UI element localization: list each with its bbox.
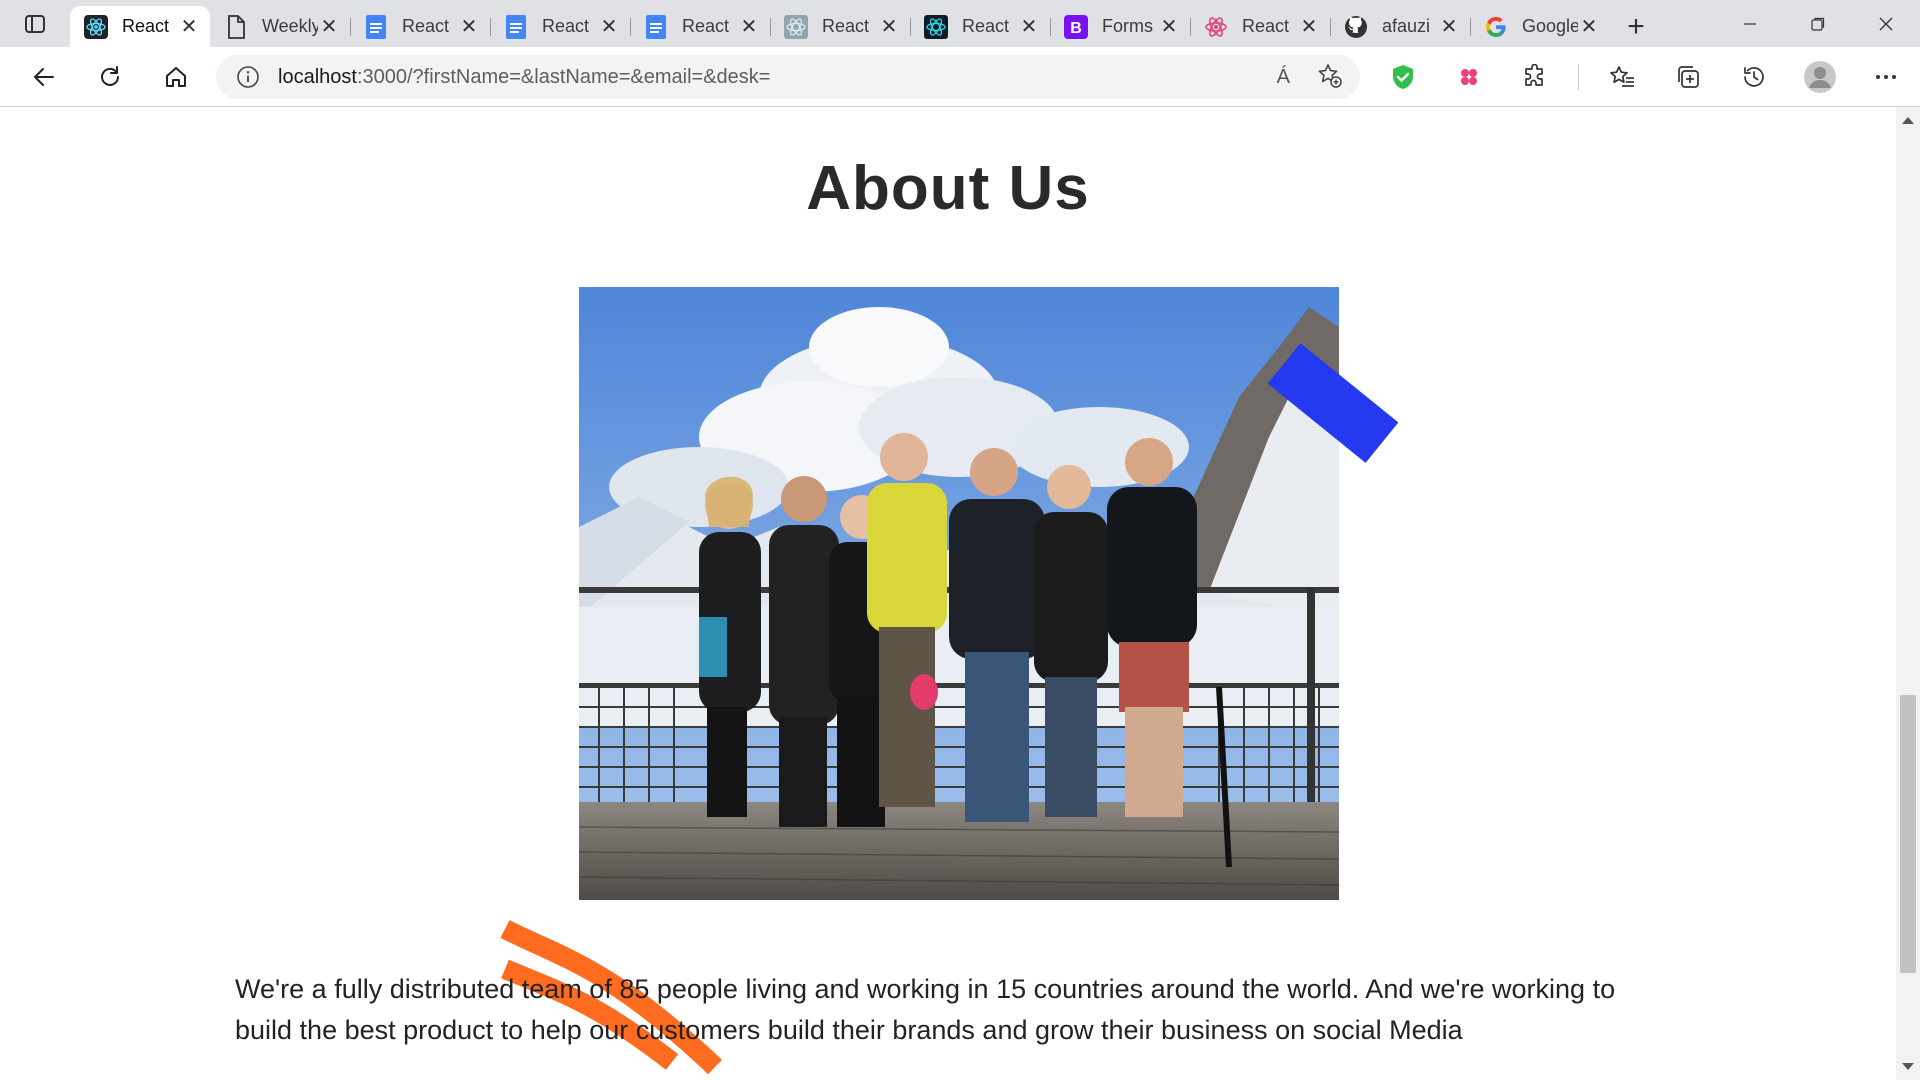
extensions-puzzle-icon[interactable] — [1512, 54, 1558, 100]
close-icon[interactable]: ✕ — [1438, 16, 1460, 38]
tab-react-docs-3[interactable]: React ✕ — [630, 6, 770, 47]
tab-title: React — [542, 16, 590, 36]
site-info-icon[interactable] — [234, 63, 262, 91]
window-controls — [1716, 0, 1920, 47]
url-host: localhost — [278, 65, 357, 88]
tab-title: React — [1242, 16, 1290, 36]
favorites-icon[interactable] — [1599, 54, 1645, 100]
close-icon[interactable]: ✕ — [318, 16, 340, 38]
toolbar-divider — [1578, 64, 1579, 90]
tab-title: Weekly — [262, 16, 318, 36]
tab-strip: React ✕ Weekly ✕ React ✕ React ✕ React ✕ — [0, 0, 1920, 47]
team-photo-illustration — [579, 287, 1339, 900]
react-pink-icon — [1204, 15, 1228, 39]
url-text[interactable]: localhost:3000/?firstName=&lastName=&ema… — [278, 66, 1277, 89]
tab-title: Google — [1522, 16, 1578, 36]
tab-github[interactable]: afauzi ✕ — [1330, 6, 1470, 47]
github-icon — [1344, 15, 1368, 39]
page-title: About Us — [806, 154, 1090, 223]
tab-actions-button[interactable] — [0, 0, 70, 47]
tab-title: React — [962, 16, 1010, 36]
svg-text:B: B — [1070, 20, 1082, 37]
home-button[interactable] — [154, 55, 198, 99]
bootstrap-icon: B — [1064, 14, 1088, 39]
extensions-area — [1380, 54, 1920, 100]
minimize-icon[interactable] — [1716, 0, 1784, 47]
scroll-down-arrow-icon[interactable] — [1902, 1063, 1914, 1070]
restore-icon[interactable] — [1784, 0, 1852, 47]
tab-google[interactable]: Google ✕ — [1470, 6, 1610, 47]
tab-title: React — [402, 16, 450, 36]
new-tab-button[interactable]: + — [1610, 6, 1662, 47]
url-path: :3000/?firstName=&lastName=&email=&desk= — [356, 65, 771, 88]
tab-forms[interactable]: B Forms ✕ — [1050, 6, 1190, 47]
history-icon[interactable] — [1731, 54, 1777, 100]
adblock-shield-icon[interactable] — [1380, 54, 1426, 100]
collections-icon[interactable] — [1665, 54, 1711, 100]
document-icon — [224, 14, 248, 39]
react-bootstrap-icon — [924, 14, 948, 39]
react-bootstrap-icon — [784, 14, 808, 39]
close-icon[interactable]: ✕ — [1578, 16, 1600, 38]
back-arrow-icon — [34, 67, 54, 86]
tab-actions-icon — [25, 14, 45, 33]
tab-title: afauzi — [1382, 16, 1431, 36]
google-docs-icon — [504, 14, 528, 39]
profile-avatar[interactable] — [1797, 54, 1843, 100]
close-icon[interactable]: ✕ — [598, 16, 620, 38]
tab-title: React — [822, 16, 870, 36]
close-icon[interactable]: ✕ — [878, 16, 900, 38]
tab-react-docs-2[interactable]: React ✕ — [490, 6, 630, 47]
tab-title: Forms — [1102, 16, 1153, 36]
extension-pink-icon[interactable] — [1446, 54, 1492, 100]
tab-react-active[interactable]: React ✕ — [70, 6, 210, 47]
about-description: We're a fully distributed team of 85 peo… — [235, 974, 1616, 1045]
reload-icon — [101, 65, 119, 86]
close-window-icon[interactable] — [1852, 0, 1920, 47]
tab-title: React — [122, 16, 170, 36]
react-icon — [84, 14, 108, 39]
close-icon[interactable]: ✕ — [178, 16, 200, 38]
page-viewport: About Us We're a fully distributed team … — [0, 107, 1896, 1080]
tab-react-bootstrap-1[interactable]: React ✕ — [770, 6, 910, 47]
home-icon — [166, 66, 186, 87]
read-aloud-icon[interactable]: Á — [1277, 66, 1290, 89]
tab-react-pink[interactable]: React ✕ — [1190, 6, 1330, 47]
close-icon[interactable]: ✕ — [458, 16, 480, 38]
tab-weekly[interactable]: Weekly ✕ — [210, 6, 350, 47]
close-icon[interactable]: ✕ — [1298, 16, 1320, 38]
close-icon[interactable]: ✕ — [1018, 16, 1040, 38]
vertical-scrollbar[interactable] — [1896, 107, 1920, 1080]
more-menu-icon[interactable] — [1863, 54, 1909, 100]
tab-react-docs-1[interactable]: React ✕ — [350, 6, 490, 47]
scroll-up-arrow-icon[interactable] — [1902, 117, 1914, 124]
google-icon — [1484, 15, 1508, 39]
tab-react-bootstrap-2[interactable]: React ✕ — [910, 6, 1050, 47]
browser-toolbar: localhost:3000/?firstName=&lastName=&ema… — [0, 47, 1920, 107]
reload-button[interactable] — [88, 55, 132, 99]
team-photo — [579, 287, 1339, 900]
close-icon[interactable]: ✕ — [1158, 16, 1180, 38]
tab-title: React — [682, 16, 730, 36]
google-docs-icon — [644, 14, 668, 39]
address-bar[interactable]: localhost:3000/?firstName=&lastName=&ema… — [216, 55, 1360, 99]
scrollbar-thumb[interactable] — [1900, 695, 1916, 973]
add-favorite-icon[interactable] — [1316, 62, 1342, 93]
back-button[interactable] — [22, 55, 66, 99]
google-docs-icon — [364, 14, 388, 39]
close-icon[interactable]: ✕ — [738, 16, 760, 38]
